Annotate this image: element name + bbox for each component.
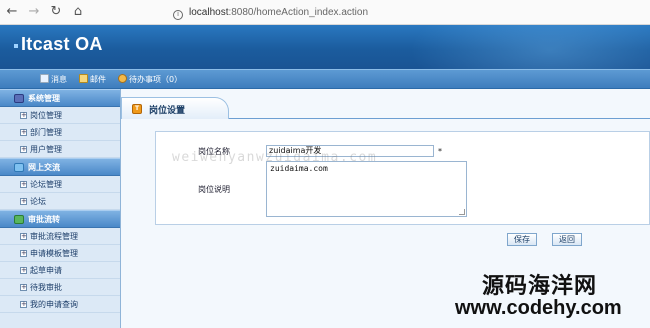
sidebar-item-positions[interactable]: + 岗位管理	[0, 107, 120, 124]
watermark: weiwenyanwzuidaima.com	[172, 150, 378, 165]
sidebar-group-system[interactable]: 系统管理	[0, 89, 120, 107]
app-logo: Itcast OA	[14, 34, 103, 55]
sidebar-item-label: 申请模板管理	[30, 249, 78, 258]
home-icon[interactable]: ⌂	[70, 4, 86, 20]
info-icon[interactable]: i	[173, 10, 183, 20]
description-text: zuidaima.com	[270, 164, 328, 173]
expand-icon: +	[20, 266, 27, 274]
sidebar-item-my-approvals[interactable]: + 待我审批	[0, 279, 120, 296]
sidebar-item-label: 论坛	[30, 197, 46, 206]
description-label: 岗位说明	[198, 185, 230, 194]
sidebar-item-forum[interactable]: + 论坛	[0, 193, 120, 210]
sidebar-item-label: 起草申请	[30, 266, 62, 275]
system-icon	[14, 94, 24, 103]
logo-dot-icon	[14, 44, 18, 48]
messages-label: 消息	[51, 75, 67, 84]
sidebar-item-label: 用户管理	[30, 145, 62, 154]
brand-watermark: 源码海洋网	[482, 274, 598, 299]
sidebar-group-label: 系统管理	[28, 94, 60, 103]
sidebar-group-label: 网上交流	[28, 163, 60, 172]
sidebar-item-forum-admin[interactable]: + 论坛管理	[0, 176, 120, 193]
sidebar-item-label: 审批流程管理	[30, 232, 78, 241]
expand-icon: +	[20, 197, 27, 205]
sidebar-item-label: 论坛管理	[30, 180, 62, 189]
sidebar-item-process-admin[interactable]: + 审批流程管理	[0, 228, 120, 245]
reload-icon[interactable]: ↻	[48, 4, 64, 20]
todo-label: 待办事项（0）	[129, 75, 183, 84]
expand-icon: +	[20, 283, 27, 291]
forum-icon	[14, 163, 24, 172]
browser-toolbar: ← → ↻ ⌂ i localhost:8080/homeAction_index…	[0, 0, 650, 25]
mail-label: 邮件	[90, 75, 106, 84]
sidebar-item-label: 我的申请查询	[30, 300, 78, 309]
expand-icon: +	[20, 300, 27, 308]
resize-grip-icon[interactable]	[459, 209, 465, 215]
approval-icon	[14, 215, 24, 224]
logo-text: Itcast OA	[21, 34, 103, 54]
sidebar-group-label: 审批流转	[28, 215, 60, 224]
save-button[interactable]: 保存	[507, 233, 537, 246]
expand-icon: +	[20, 232, 27, 240]
expand-icon: +	[20, 111, 27, 119]
position-description-textarea[interactable]: zuidaima.com	[266, 161, 467, 217]
page-title: 岗位设置	[149, 106, 186, 116]
sidebar-item-draft[interactable]: + 起草申请	[0, 262, 120, 279]
expand-icon: +	[20, 145, 27, 153]
forward-arrow-icon[interactable]: →	[26, 4, 42, 20]
message-icon	[40, 74, 49, 83]
url-path: :8080/homeAction_index.action	[228, 7, 369, 18]
position-form: 岗位名称 zuidaima开发 * 岗位说明 zuidaima.com	[155, 131, 650, 225]
sidebar-group-approval[interactable]: 审批流转	[0, 210, 120, 228]
app-banner: Itcast OA	[0, 25, 650, 69]
sidebar-group-forum[interactable]: 网上交流	[0, 158, 120, 176]
sidebar: 系统管理 + 岗位管理 + 部门管理 + 用户管理 网上交流 + 论坛管理 + 论坛 审批…	[0, 89, 121, 328]
sidebar-item-departments[interactable]: + 部门管理	[0, 124, 120, 141]
sidebar-item-label: 部门管理	[30, 128, 62, 137]
back-arrow-icon[interactable]: ←	[4, 4, 20, 20]
back-button[interactable]: 返回	[552, 233, 582, 246]
address-bar[interactable]: i localhost:8080/homeAction_index.action	[165, 3, 645, 22]
sidebar-item-template-admin[interactable]: + 申请模板管理	[0, 245, 120, 262]
todo-link[interactable]: 待办事项（0）	[118, 73, 182, 86]
settings-icon: T	[132, 104, 142, 114]
url-host: localhost	[189, 7, 229, 18]
todo-icon	[118, 74, 127, 83]
sidebar-item-my-requests[interactable]: + 我的申请查询	[0, 296, 120, 313]
tab-bar: T 岗位设置	[121, 97, 650, 119]
sidebar-item-label: 岗位管理	[30, 111, 62, 120]
required-mark: *	[438, 147, 442, 156]
expand-icon: +	[20, 128, 27, 136]
tab-position-settings[interactable]: T 岗位设置	[121, 97, 229, 119]
messages-link[interactable]: 消息	[40, 73, 67, 86]
expand-icon: +	[20, 249, 27, 257]
sidebar-item-label: 待我审批	[30, 283, 62, 292]
brand-url-watermark: www.codehy.com	[455, 297, 622, 319]
sidebar-item-users[interactable]: + 用户管理	[0, 141, 120, 158]
mail-icon	[79, 74, 88, 83]
expand-icon: +	[20, 180, 27, 188]
mail-link[interactable]: 邮件	[79, 73, 106, 86]
top-toolbar: 消息 邮件 待办事项（0）	[0, 69, 650, 89]
